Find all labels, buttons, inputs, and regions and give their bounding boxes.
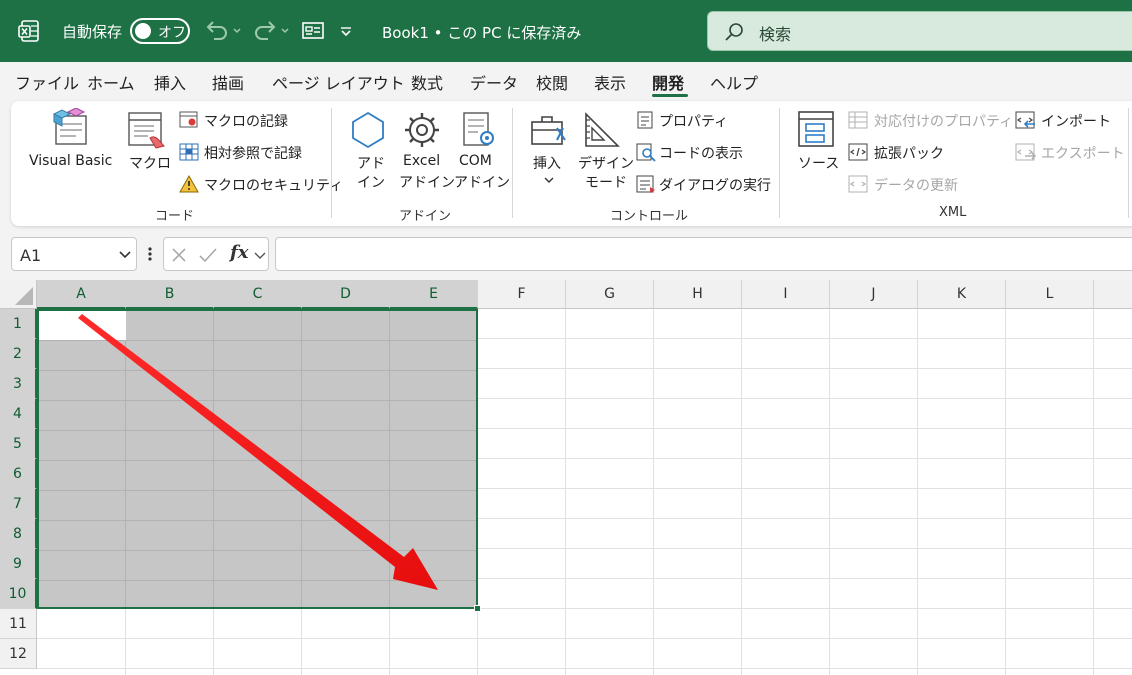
autosave-label: 自動保存: [62, 23, 123, 41]
autosave-toggle[interactable]: オフ: [130, 18, 190, 44]
chevron-down-icon[interactable]: [543, 176, 555, 184]
formula-buttons: fx: [163, 237, 269, 271]
chevron-down-icon[interactable]: [253, 251, 267, 261]
record-macro-button[interactable]: マクロの記録: [204, 111, 288, 131]
design-mode-label-line2[interactable]: モード: [585, 172, 627, 192]
run-dialog-icon[interactable]: [636, 174, 656, 194]
refresh-data-button: データの更新: [874, 178, 958, 194]
xml-source-button[interactable]: ソース: [798, 153, 839, 173]
group-label-controls: コントロール: [610, 209, 689, 224]
relative-reference-icon[interactable]: [179, 142, 199, 162]
tab-home[interactable]: ホーム: [87, 70, 135, 94]
visual-basic-button[interactable]: Visual Basic: [29, 153, 112, 169]
record-macro-icon[interactable]: [179, 110, 199, 130]
map-properties-icon: [848, 111, 868, 129]
formula-input[interactable]: [275, 237, 1132, 271]
cancel-icon[interactable]: [170, 246, 188, 264]
name-box-value: A1: [20, 246, 42, 265]
group-label-addins: アドイン: [399, 209, 452, 224]
autosave-state: オフ: [158, 25, 186, 41]
redo-icon[interactable]: [253, 19, 291, 43]
design-mode-icon[interactable]: [582, 110, 622, 150]
tab-review[interactable]: 校閲: [536, 70, 568, 94]
tab-developer[interactable]: 開発: [652, 70, 684, 94]
properties-icon[interactable]: [636, 110, 654, 130]
tab-page-layout[interactable]: ページ レイアウト: [272, 70, 405, 94]
design-mode-label-line1[interactable]: デザイン: [578, 153, 634, 173]
red-arrow: [78, 314, 438, 590]
tab-view[interactable]: 表示: [594, 70, 626, 94]
view-code-button[interactable]: コードの表示: [659, 143, 743, 163]
excel-addin-label-line1[interactable]: Excel: [403, 153, 440, 169]
insert-control-icon[interactable]: [529, 110, 569, 150]
tab-insert[interactable]: 挿入: [154, 70, 186, 94]
tab-help[interactable]: ヘルプ: [710, 70, 758, 94]
tab-file[interactable]: ファイル: [15, 70, 79, 94]
group-divider: [779, 108, 780, 218]
excel-logo-icon: [18, 20, 39, 42]
title-bar: 自動保存 オフ Book1 • この PC に保存済み 検索: [0, 0, 1132, 62]
tab-data[interactable]: データ: [470, 70, 518, 94]
group-label-code: コード: [155, 209, 195, 224]
import-icon[interactable]: [1015, 110, 1037, 130]
properties-button[interactable]: プロパティ: [659, 111, 728, 131]
undo-icon[interactable]: [205, 19, 243, 43]
excel-window: 自動保存 オフ Book1 • この PC に保存済み 検索 ファイル ホーム …: [0, 0, 1132, 675]
excel-addin-label-line2[interactable]: アドイン: [399, 172, 455, 192]
group-divider: [331, 108, 332, 218]
more-options-icon[interactable]: [146, 246, 154, 262]
refresh-data-icon: [848, 175, 868, 193]
warning-icon[interactable]: [179, 174, 199, 194]
macro-button[interactable]: マクロ: [129, 153, 171, 173]
addin-label-line2[interactable]: イン: [357, 172, 385, 192]
worksheet-grid[interactable]: A B C D E F G H I J K L 1 2 3 4 5 6 7 8 …: [0, 280, 1132, 675]
name-box[interactable]: A1: [11, 237, 137, 271]
group-label-xml: XML: [939, 205, 967, 220]
toggle-knob: [135, 23, 151, 39]
search-placeholder: 検索: [759, 25, 792, 44]
ribbon-tabs: ファイル ホーム 挿入 描画 ページ レイアウト 数式 データ 校閲 表示 開発…: [0, 62, 1132, 100]
enter-check-icon[interactable]: [198, 246, 218, 264]
search-icon: [725, 23, 743, 41]
com-addin-label-line2[interactable]: アドイン: [454, 172, 510, 192]
gear-icon[interactable]: [402, 110, 442, 150]
export-button: エクスポート: [1041, 146, 1125, 162]
visual-basic-icon[interactable]: [50, 108, 92, 150]
expansion-packs-icon[interactable]: [848, 142, 870, 162]
active-tab-indicator: [652, 94, 688, 97]
insert-control-button[interactable]: 挿入: [533, 153, 561, 173]
form-icon[interactable]: [302, 20, 324, 42]
group-divider: [1128, 108, 1129, 218]
export-icon: [1015, 143, 1037, 161]
group-divider: [512, 108, 513, 218]
document-title: Book1 • この PC に保存済み: [382, 24, 582, 42]
run-dialog-button[interactable]: ダイアログの実行: [659, 175, 771, 195]
search-box[interactable]: 検索: [707, 11, 1132, 51]
com-addin-label-line1[interactable]: COM: [459, 153, 492, 169]
drag-arrow-annotation: [78, 314, 438, 590]
xml-source-icon[interactable]: [797, 110, 835, 150]
import-button[interactable]: インポート: [1041, 111, 1111, 131]
view-code-icon[interactable]: [636, 142, 656, 162]
customize-qat-icon[interactable]: [339, 26, 353, 38]
tab-formulas[interactable]: 数式: [411, 70, 443, 94]
addin-label-line1[interactable]: アド: [357, 153, 385, 173]
com-addin-icon[interactable]: [458, 110, 498, 150]
map-properties-button: 対応付けのプロパティ: [874, 114, 1014, 130]
tab-draw[interactable]: 描画: [212, 70, 244, 94]
expansion-packs-button[interactable]: 拡張パック: [874, 143, 944, 163]
relative-reference-button[interactable]: 相対参照で記録: [204, 143, 302, 163]
insert-function-button[interactable]: fx: [230, 242, 248, 263]
addin-icon[interactable]: [349, 110, 387, 150]
macro-icon[interactable]: [126, 110, 166, 150]
macro-security-button[interactable]: マクロのセキュリティ: [204, 175, 343, 195]
chevron-down-icon[interactable]: [118, 250, 132, 260]
